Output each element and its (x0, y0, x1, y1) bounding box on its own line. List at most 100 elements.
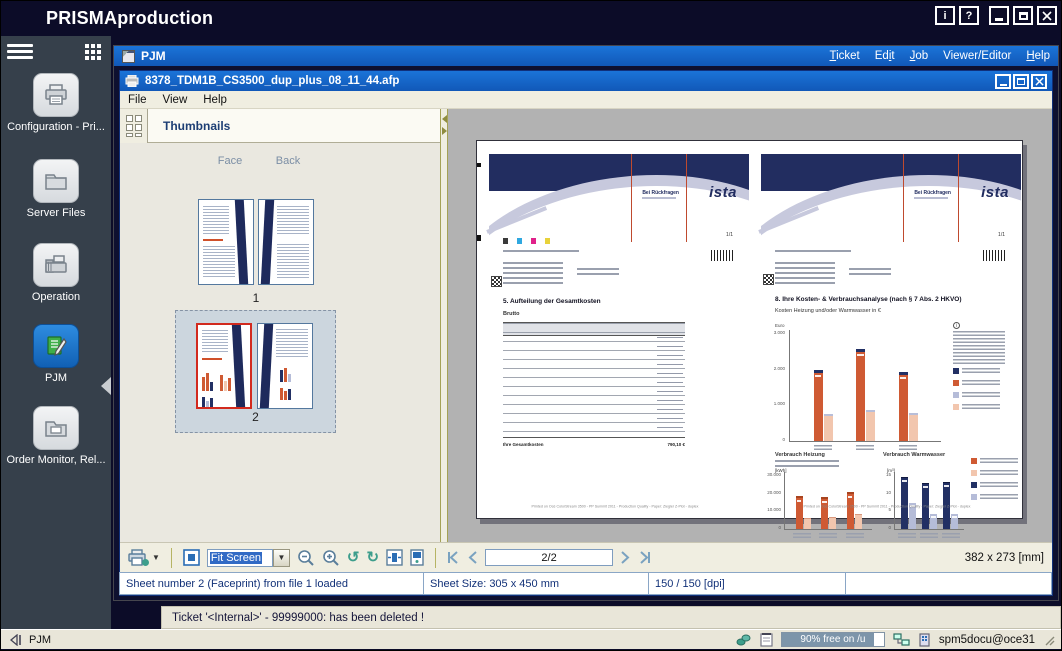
analysis-heading: 8. Ihre Kosten- & Verbrauchsanalyse (nac… (775, 296, 962, 303)
fit-width-button[interactable] (386, 549, 403, 566)
thumbnails-panel-title: Thumbnails (163, 119, 230, 133)
folder-window-icon (33, 406, 79, 450)
toolbar-separator (171, 548, 172, 568)
preview-page-left: Bei Rückfragen ista 1/1 5. Aufteilun (481, 146, 749, 515)
viewer-menu-view[interactable]: View (163, 94, 188, 106)
sidebar-item-operation[interactable]: Operation (1, 243, 111, 303)
viewer-window-controls (995, 74, 1047, 89)
contact-label: Bei Rückfragen (642, 190, 679, 199)
fit-mode-select[interactable]: Fit Screen ▼ (207, 549, 290, 567)
counting-barcode (711, 250, 735, 261)
page-mode-icon (410, 549, 424, 566)
minimize-button[interactable] (989, 6, 1009, 25)
sidebar-item-label: Server Files (1, 207, 111, 219)
next-page-button[interactable] (620, 551, 630, 564)
info-button[interactable]: i (935, 6, 955, 25)
export-print-button[interactable]: ▼ (128, 549, 160, 567)
zoom-out-button[interactable] (297, 549, 315, 567)
viewer-minimize-button[interactable] (995, 74, 1011, 89)
verbrauch-legend (971, 458, 1018, 506)
menu-edit[interactable]: Edit (875, 50, 895, 62)
menu-job[interactable]: Job (910, 50, 929, 62)
page-indicator-field[interactable]: 2/2 (485, 549, 613, 566)
fit-mode-value: Fit Screen (207, 549, 273, 567)
pjm-window-title: PJM (141, 49, 166, 63)
sidebar-item-label: PJM (1, 372, 111, 384)
message-bar: Ticket '<Internal>' - 99999000: has been… (161, 606, 1061, 629)
fit-page-button[interactable] (183, 549, 200, 566)
viewer-maximize-button[interactable] (1013, 74, 1029, 89)
crop-line (903, 154, 904, 242)
resize-grip[interactable] (1043, 634, 1055, 646)
last-page-button[interactable] (637, 551, 651, 564)
ista-logo: ista (981, 184, 1009, 201)
ticket-message: Ticket '<Internal>' - 99999000: has been… (172, 612, 424, 624)
page-mode-button[interactable] (410, 549, 424, 566)
sheet-preview-area[interactable]: Bei Rückfragen ista 1/1 5. Aufteilun (448, 109, 1052, 542)
maximize-button[interactable] (1013, 6, 1033, 25)
sidebar-item-server-files[interactable]: Server Files (1, 159, 111, 219)
zoom-in-button[interactable] (322, 549, 340, 567)
thumbnails-grid-icon (126, 115, 142, 137)
collapse-panel-icon[interactable] (9, 634, 23, 646)
maximize-icon (1017, 78, 1025, 85)
page-number: 1/1 (726, 232, 733, 238)
pjm-window-icon (122, 50, 135, 63)
kosten-x-labels (789, 445, 941, 450)
viewer-statusbar: Sheet number 2 (Faceprint) from file 1 l… (120, 572, 1052, 595)
zoom-out-icon (297, 549, 315, 567)
toolbar-separator (435, 548, 436, 568)
hamburger-menu-icon[interactable] (7, 44, 33, 62)
viewer-toolbar: ▼ Fit Screen ▼ ↺ ↻ (120, 542, 1052, 572)
analysis-subheading: Kosten Heizung und/oder Warmwasser in € (775, 308, 881, 314)
sidebar-item-configuration[interactable]: Configuration - Pri... (1, 73, 111, 133)
rotate-ccw-button[interactable]: ↺ (347, 550, 360, 565)
rotate-cw-button[interactable]: ↻ (367, 550, 380, 565)
selected-item-pointer (101, 377, 111, 395)
status-dpi: 150 / 150 [dpi] (648, 572, 846, 595)
thumbnail-row-2-selected[interactable]: 2 (175, 310, 336, 433)
ista-logo: ista (709, 184, 737, 201)
panel-splitter[interactable] (440, 109, 448, 542)
close-button[interactable] (1037, 6, 1057, 25)
color-registration-marks (503, 238, 550, 244)
viewer-menu-file[interactable]: File (128, 94, 147, 106)
menu-help[interactable]: Help (1026, 50, 1050, 62)
page-number: 1/1 (998, 232, 1005, 238)
fit-mode-dropdown-button[interactable]: ▼ (273, 549, 290, 567)
production-printer-icon (33, 243, 79, 287)
chart-heizung (784, 472, 872, 530)
chart-warmwasser (894, 472, 964, 530)
dropdown-caret-icon: ▼ (152, 553, 160, 562)
viewer-menu-help[interactable]: Help (203, 94, 227, 106)
app-grid-icon[interactable] (85, 44, 103, 62)
menu-ticket[interactable]: Ticket (829, 50, 859, 62)
previous-page-icon (468, 551, 478, 564)
thumbnail-sheet2-face[interactable] (196, 323, 252, 409)
rotate-cw-icon: ↻ (367, 550, 380, 565)
thumbnail-sheet2-back[interactable] (257, 323, 313, 409)
column-back-label: Back (266, 155, 310, 167)
rotate-ccw-icon: ↺ (347, 550, 360, 565)
thumb-art (261, 200, 274, 284)
thumbnail-sheet1-face[interactable] (198, 199, 254, 285)
folder-icon (33, 159, 79, 203)
thumbnails-grid-button[interactable] (120, 109, 148, 143)
thumbnails-panel: Thumbnails Face Back (120, 109, 440, 542)
first-page-button[interactable] (447, 551, 461, 564)
total-row: Ihre Gesamtkosten 790,10 € (503, 442, 685, 447)
thumbnail-sheet1-back[interactable] (258, 199, 314, 285)
network-status-icon (893, 633, 910, 647)
active-module-label: PJM (29, 634, 51, 646)
sidebar-item-order-monitor[interactable]: Order Monitor, Rel... (1, 406, 111, 466)
page-footer: Printed on Océ ColorStream 3500 - PP Sum… (801, 505, 974, 509)
fit-page-icon (183, 549, 200, 566)
viewer-close-button[interactable] (1031, 74, 1047, 89)
sidebar-item-pjm[interactable]: PJM (1, 324, 111, 384)
heizung-title: Verbrauch Heizung (775, 452, 825, 458)
sidebar-item-label: Order Monitor, Rel... (1, 454, 111, 466)
menu-viewer-editor[interactable]: Viewer/Editor (943, 50, 1011, 62)
previous-page-button[interactable] (468, 551, 478, 564)
help-button[interactable]: ? (959, 6, 979, 25)
maximize-icon (1019, 12, 1028, 20)
